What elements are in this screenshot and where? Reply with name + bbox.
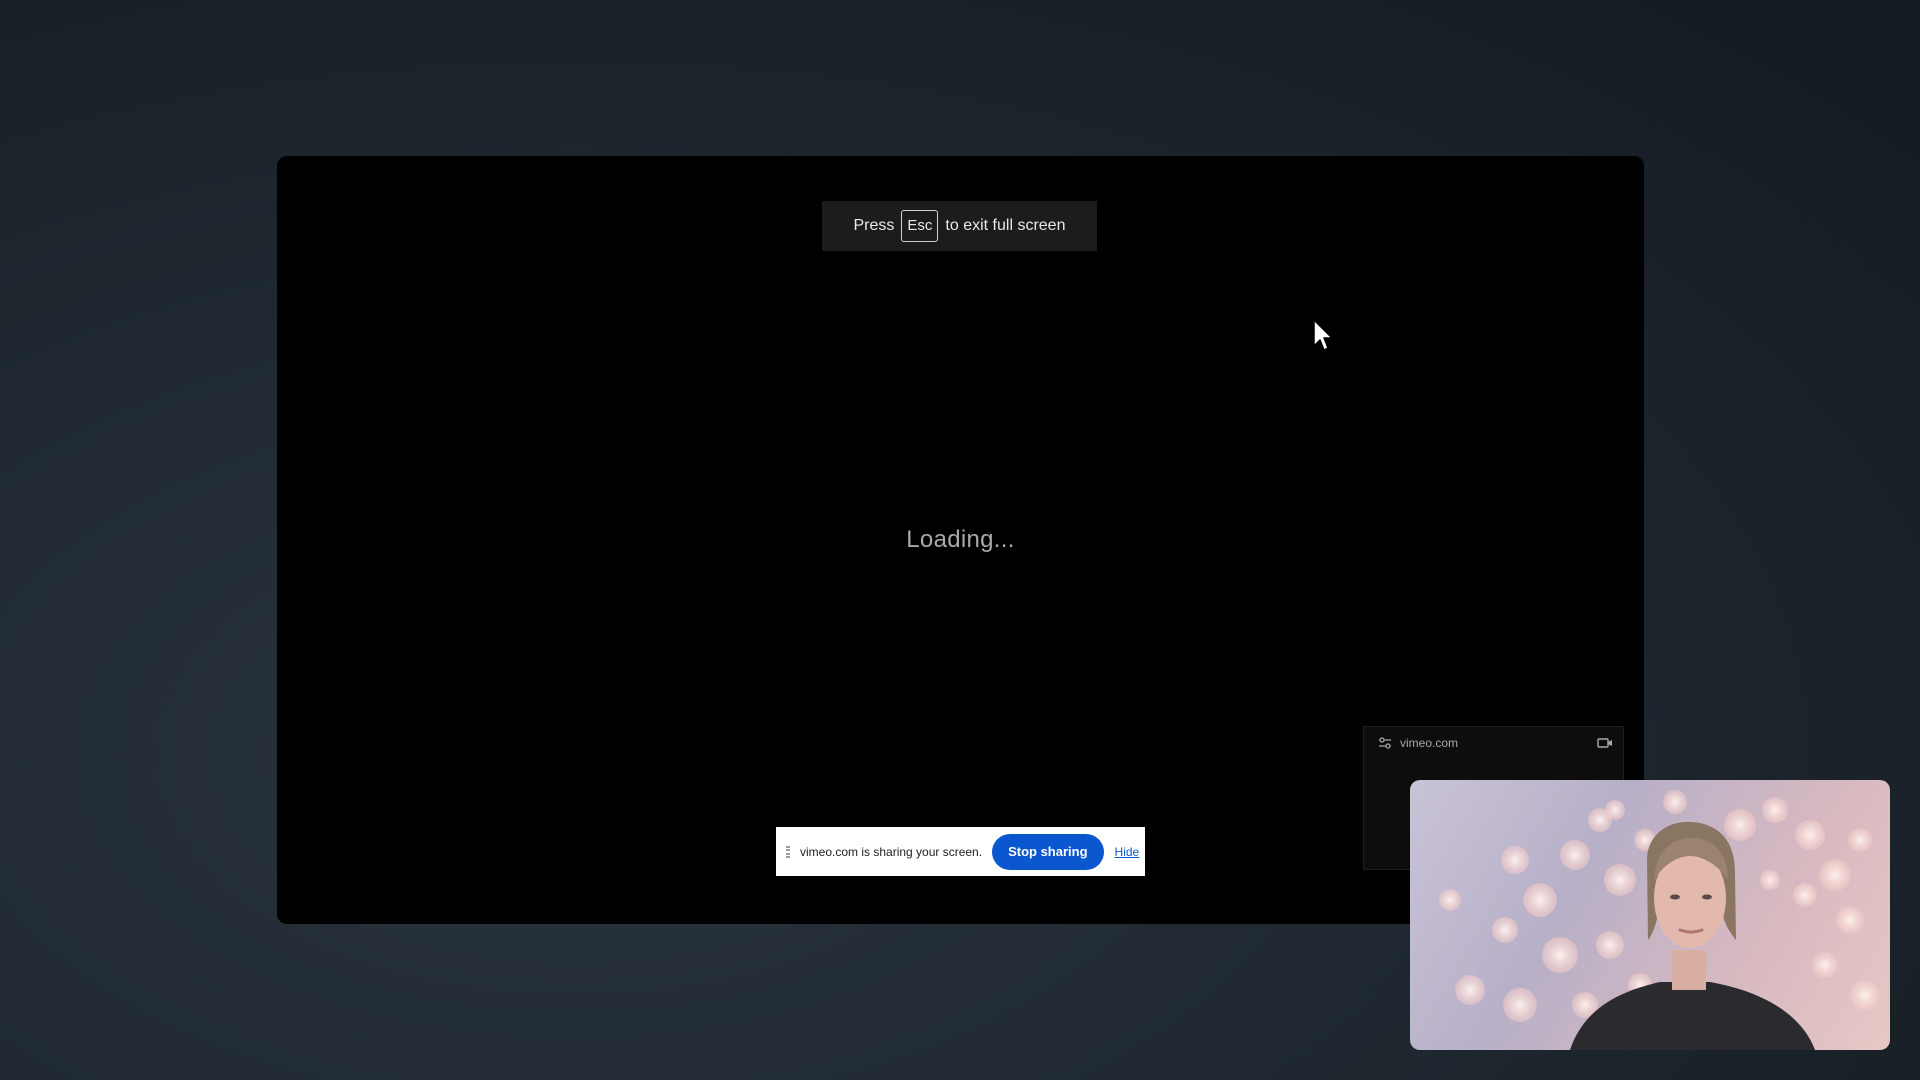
mouse-cursor-icon [1313, 319, 1333, 351]
screen-share-bar: vimeo.com is sharing your screen. Stop s… [776, 827, 1145, 876]
hide-link[interactable]: Hide [1115, 845, 1140, 859]
camera-icon[interactable] [1597, 737, 1613, 749]
loading-text: Loading... [906, 526, 1015, 553]
share-message: vimeo.com is sharing your screen. [800, 844, 983, 859]
tune-icon[interactable] [1378, 737, 1392, 749]
exit-fullscreen-label: to exit full screen [945, 217, 1066, 234]
drag-handle-icon[interactable] [786, 845, 790, 858]
share-preview-header: vimeo.com [1364, 727, 1623, 759]
fullscreen-exit-notice: Press Esc to exit full screen [822, 201, 1097, 251]
press-label: Press [853, 217, 895, 234]
stop-sharing-button[interactable]: Stop sharing [992, 833, 1104, 870]
webcam-feed[interactable] [1410, 780, 1890, 1050]
esc-key: Esc [901, 210, 939, 242]
share-preview-site: vimeo.com [1400, 736, 1459, 750]
webcam-video-image [1439, 790, 1880, 1050]
